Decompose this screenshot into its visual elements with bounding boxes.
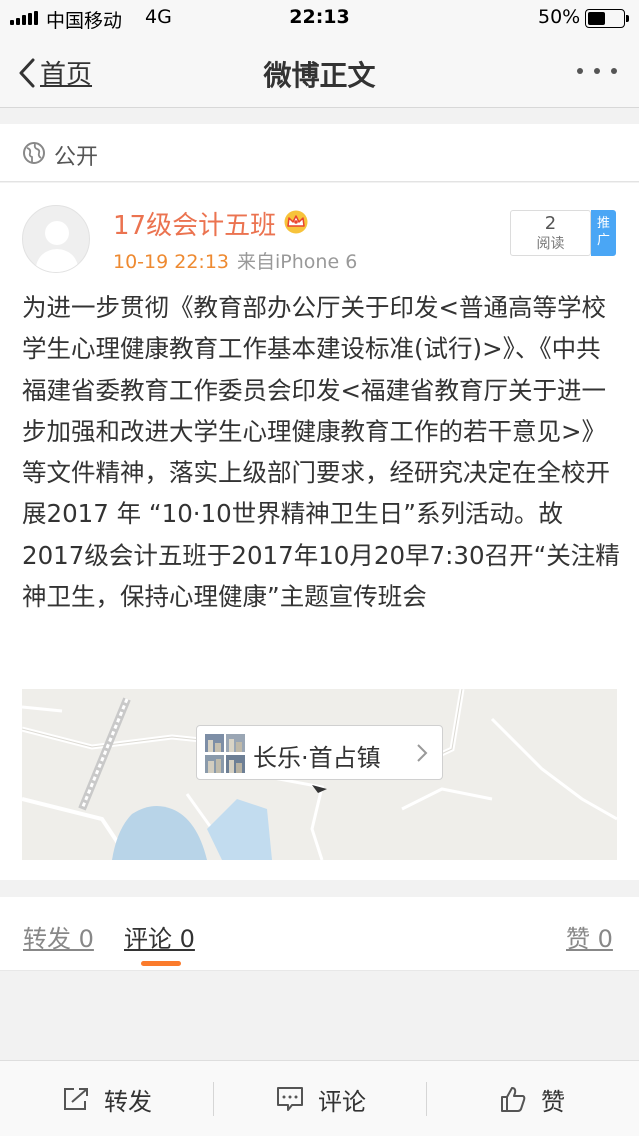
repost-label: 转发 <box>104 1087 152 1116</box>
default-avatar-icon <box>35 221 79 272</box>
location-name: 长乐·首占镇 <box>253 744 381 772</box>
tab-like[interactable]: 赞 0 <box>566 919 613 954</box>
post-meta: 10-19 22:13 来自iPhone 6 <box>113 247 357 274</box>
vip-crown-icon <box>284 210 308 234</box>
read-count-box: 2 阅读 <box>510 210 591 256</box>
post-source: 来自iPhone 6 <box>237 251 358 273</box>
comment-button[interactable]: 评论 <box>276 1061 366 1136</box>
tab-comment[interactable]: 评论 0 <box>124 919 195 954</box>
like-label: 赞 <box>541 1087 565 1116</box>
battery-percent: 50% <box>538 6 581 28</box>
post-timestamp: 10-19 22:13 <box>113 251 230 273</box>
thumbs-up-icon <box>501 1087 526 1112</box>
active-tab-indicator <box>141 961 181 966</box>
like-button[interactable]: 赞 <box>499 1061 565 1136</box>
toolbar-divider <box>426 1082 427 1116</box>
chevron-right-icon <box>417 744 428 762</box>
comment-label: 评论 <box>318 1087 366 1116</box>
location-card[interactable]: 长乐·首占镇 <box>196 725 443 780</box>
page-title: 微博正文 <box>263 59 376 92</box>
promote-button[interactable]: 推广 <box>591 210 616 256</box>
share-icon <box>64 1088 88 1110</box>
post-text: 为进一步贯彻《教育部办公厅关于印发<普通高等学校学生心理健康教育工作基本建设标准… <box>22 293 620 612</box>
read-label: 阅读 <box>536 236 565 252</box>
location-thumbnail-icon <box>205 734 245 773</box>
location-map[interactable]: 长乐·首占镇 <box>22 689 617 860</box>
globe-icon <box>23 142 45 164</box>
repost-button[interactable]: 转发 <box>62 1061 152 1136</box>
tab-repost[interactable]: 转发 0 <box>23 919 94 954</box>
status-bar: 中国移动 4G 22:13 50% <box>0 0 639 36</box>
visibility-bar: 公开 <box>0 124 639 182</box>
interaction-tabs: 转发 0 评论 0 赞 0 <box>0 897 639 971</box>
read-count: 2 <box>544 213 557 234</box>
visibility-label: 公开 <box>54 145 99 170</box>
bottom-toolbar: 转发 评论 赞 <box>0 1060 639 1136</box>
more-icon[interactable] <box>574 59 620 83</box>
battery-icon <box>585 9 629 28</box>
comment-icon <box>277 1087 303 1111</box>
toolbar-divider <box>213 1082 214 1116</box>
post-card: 17级会计五班 10-19 22:13 来自iPhone 6 2 阅读 推广 为进… <box>0 183 639 880</box>
avatar[interactable] <box>22 205 90 273</box>
username[interactable]: 17级会计五班 <box>113 205 276 242</box>
navigation-bar: 首页 微博正文 <box>0 36 639 108</box>
